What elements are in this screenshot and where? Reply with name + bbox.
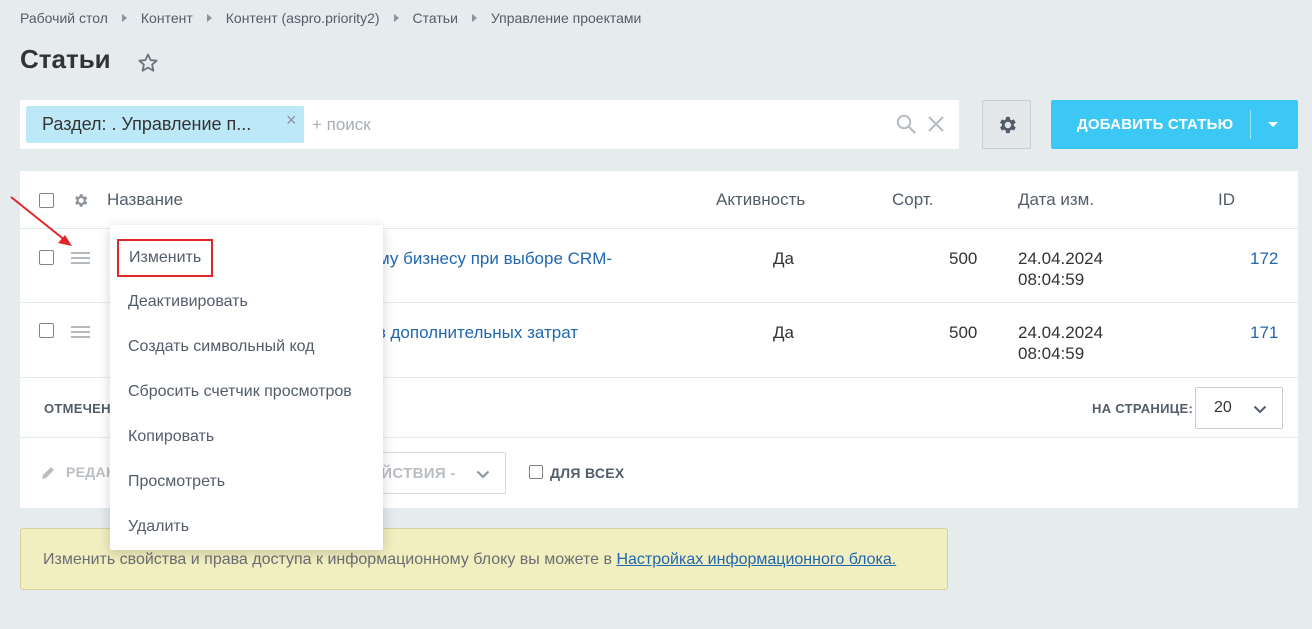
row-sort: 500 <box>949 249 978 268</box>
breadcrumb: Рабочий стол Контент Контент (aspro.prio… <box>20 10 641 26</box>
menu-pointer <box>100 249 110 267</box>
for-all-label[interactable]: ДЛЯ ВСЕХ <box>550 465 625 481</box>
breadcrumb-separator-icon <box>121 14 127 22</box>
row-date: 24.04.2024 <box>1018 249 1104 268</box>
column-header-date[interactable]: Дата изм. <box>1018 190 1094 210</box>
menu-item-delete[interactable]: Удалить <box>128 518 189 536</box>
grid-settings-button[interactable] <box>982 100 1031 149</box>
row-name-link[interactable]: му бизнесу при выборе CRM- <box>378 248 612 269</box>
marked-count-label: ОТМЕЧЕН <box>44 401 111 416</box>
close-icon[interactable] <box>927 115 945 133</box>
actions-select-value: ЕЙСТВИЯ - <box>371 465 456 482</box>
edit-button[interactable]: РЕДАК <box>66 464 115 480</box>
row-id-link[interactable]: 172 <box>1250 248 1278 269</box>
column-header-activity[interactable]: Активность <box>716 190 805 210</box>
menu-item-view[interactable]: Просмотреть <box>128 473 225 491</box>
filter-chip-label: Раздел: . Управление п... <box>42 114 252 134</box>
search-input[interactable] <box>312 100 872 149</box>
add-article-label: ДОБАВИТЬ СТАТЬЮ <box>1077 116 1234 133</box>
row-actions-menu-icon[interactable] <box>71 252 90 265</box>
gear-icon <box>999 116 1016 133</box>
column-header-id[interactable]: ID <box>1218 190 1235 210</box>
info-text: Изменить свойства и права доступа к инфо… <box>43 551 617 568</box>
column-header-sort[interactable]: Сорт. <box>892 190 933 210</box>
per-page-label: НА СТРАНИЦЕ: <box>1092 401 1194 416</box>
breadcrumb-separator-icon <box>206 14 212 22</box>
menu-item-edit[interactable]: Изменить <box>117 239 214 277</box>
row-activity: Да <box>773 323 794 342</box>
button-divider <box>1250 110 1251 139</box>
row-id-link[interactable]: 171 <box>1250 322 1278 343</box>
menu-item-reset-views[interactable]: Сбросить счетчик просмотров <box>128 383 352 401</box>
star-icon[interactable] <box>136 51 160 75</box>
pencil-icon <box>42 467 54 479</box>
row-time: 08:04:59 <box>1018 344 1085 363</box>
breadcrumb-item-desktop[interactable]: Рабочий стол <box>20 10 108 26</box>
page-title: Статьи <box>20 44 111 74</box>
breadcrumb-item-project-management[interactable]: Управление проектами <box>491 10 641 26</box>
iblock-settings-link[interactable]: Настройках информационного блока. <box>616 551 896 568</box>
row-context-menu: Изменить Деактивировать Создать символьн… <box>110 225 383 550</box>
row-sort: 500 <box>949 323 978 342</box>
grid-header: Название Активность Сорт. Дата изм. ID <box>20 171 1298 229</box>
row-checkbox[interactable] <box>39 250 54 265</box>
row-actions-menu-icon[interactable] <box>71 326 90 339</box>
row-activity: Да <box>773 249 794 268</box>
dropdown-caret-icon[interactable] <box>1268 122 1278 127</box>
annotation-arrow-icon <box>10 196 72 246</box>
row-name-link[interactable]: з дополнительных затрат <box>378 322 578 343</box>
breadcrumb-separator-icon <box>471 14 477 22</box>
filter-search-box[interactable]: Раздел: . Управление п... × <box>20 100 959 149</box>
row-date: 24.04.2024 <box>1018 323 1104 342</box>
search-icon[interactable] <box>896 114 916 134</box>
breadcrumb-item-content-aspro[interactable]: Контент (aspro.priority2) <box>226 10 380 26</box>
chevron-down-icon <box>1253 405 1267 414</box>
menu-item-deactivate[interactable]: Деактивировать <box>128 293 248 311</box>
chevron-down-icon <box>476 470 490 479</box>
chip-close-icon[interactable]: × <box>286 111 298 129</box>
add-article-button[interactable]: ДОБАВИТЬ СТАТЬЮ <box>1051 100 1298 149</box>
breadcrumb-separator-icon <box>393 14 399 22</box>
breadcrumb-item-content[interactable]: Контент <box>141 10 193 26</box>
per-page-value: 20 <box>1214 399 1232 416</box>
filter-chip-section[interactable]: Раздел: . Управление п... <box>26 106 304 143</box>
for-all-checkbox[interactable] <box>529 465 543 479</box>
menu-item-create-code[interactable]: Создать символьный код <box>128 338 315 356</box>
row-checkbox[interactable] <box>39 323 54 338</box>
per-page-select[interactable]: 20 <box>1195 387 1283 429</box>
column-header-name[interactable]: Название <box>107 190 183 210</box>
breadcrumb-item-articles[interactable]: Статьи <box>413 10 458 26</box>
row-time: 08:04:59 <box>1018 270 1085 289</box>
menu-item-copy[interactable]: Копировать <box>128 428 214 446</box>
